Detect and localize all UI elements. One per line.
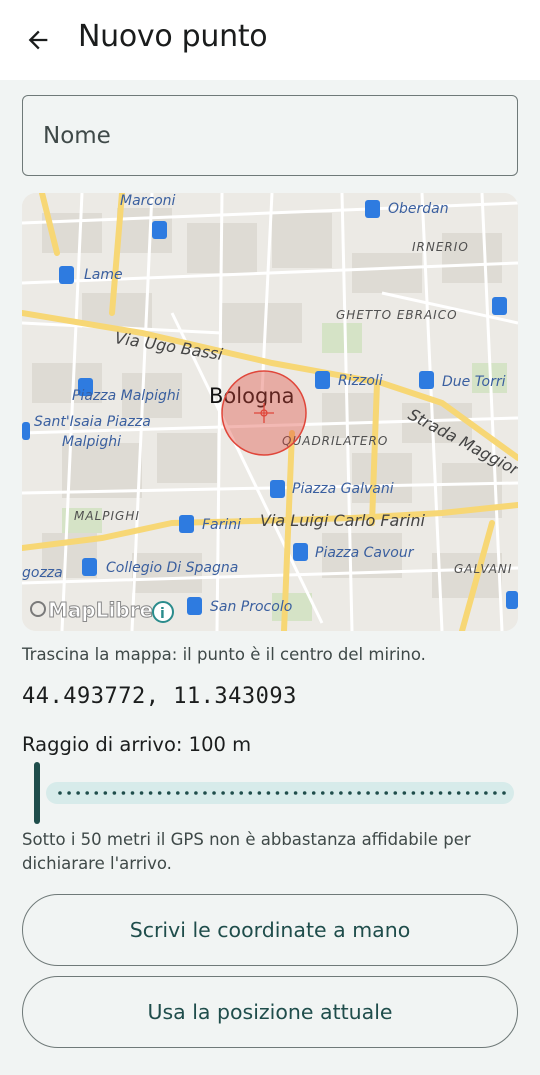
slider-tick (257, 791, 262, 795)
slider-tick (465, 791, 470, 795)
slider-tick (493, 791, 497, 795)
slider-tick (302, 791, 307, 795)
slider-tick (402, 791, 407, 795)
slider-tick (311, 791, 316, 795)
slider-tick (185, 791, 189, 795)
slider-tick (393, 791, 398, 795)
manual-coordinates-button[interactable]: Scrivi le coordinate a mano (22, 894, 518, 966)
slider-tick-marks (58, 791, 506, 795)
back-button[interactable] (14, 18, 62, 62)
arrow-left-icon (28, 30, 48, 50)
slider-tick (139, 791, 144, 795)
slider-tick (366, 791, 370, 795)
map-label-santisaia-2: Malpighi (62, 434, 121, 450)
radius-slider[interactable] (22, 760, 518, 826)
slider-tick (275, 791, 280, 795)
name-input[interactable] (23, 96, 517, 175)
map-hint: Trascina la mappa: il punto è il centro … (22, 645, 426, 664)
slider-tick (384, 791, 389, 795)
slider-tick (58, 791, 62, 795)
slider-tick (293, 791, 298, 795)
slider-tick (447, 791, 452, 795)
radius-value: 100 m (188, 733, 252, 756)
slider-tick (330, 791, 334, 795)
map-label-piazza-galvani: Piazza Galvani (292, 481, 394, 497)
slider-tick (475, 791, 479, 795)
map-label-farini: Farini (202, 517, 241, 533)
map-label-via-farini: Via Luigi Carlo Farini (260, 511, 426, 530)
maplibre-logo-text: MapLibre (48, 598, 153, 622)
map-view[interactable]: Marconi Oberdan Lame Rizzoli Due Torri P… (22, 193, 518, 631)
map-label-piazza-malpighi: Piazza Malpighi (72, 388, 180, 404)
slider-tick (121, 791, 126, 795)
svg-text:i: i (160, 606, 165, 622)
slider-tick (266, 791, 271, 795)
slider-tick (239, 791, 244, 795)
gps-accuracy-note: Sotto i 50 metri il GPS non è abbastanza… (22, 830, 471, 873)
slider-tick (67, 791, 71, 795)
slider-handle[interactable] (34, 762, 40, 824)
slider-tick (411, 791, 416, 795)
map-label-lame: Lame (84, 267, 123, 283)
map-label-due-torri: Due Torri (442, 374, 506, 390)
map-label-san-procolo: San Procolo (210, 599, 292, 615)
slider-tick (284, 791, 289, 795)
slider-tick (248, 791, 253, 795)
radius-label: Raggio di arrivo: 100 m (22, 733, 251, 756)
map-label-oberdan: Oberdan (388, 201, 449, 217)
slider-tick (357, 791, 361, 795)
maplibre-attribution: MapLibre i (30, 598, 174, 623)
slider-tick (420, 791, 425, 795)
slider-tick (76, 791, 80, 795)
slider-tick (230, 791, 234, 795)
slider-tick (112, 791, 117, 795)
slider-tick (221, 791, 225, 795)
top-app-bar: Nuovo punto (0, 0, 540, 80)
slider-tick (130, 791, 135, 795)
name-field[interactable] (22, 95, 518, 176)
slider-tick (348, 791, 352, 795)
slider-tick (148, 791, 153, 795)
map-label-irnerio: IRNERIO (412, 240, 469, 254)
slider-tick (194, 791, 198, 795)
slider-tick (85, 791, 89, 795)
map-label-rizzoli: Rizzoli (338, 373, 383, 389)
page-title: Nuovo punto (78, 19, 268, 54)
slider-tick (320, 791, 325, 795)
map-label-galvani: GALVANI (454, 562, 512, 576)
slider-tick (157, 791, 162, 795)
slider-tick (339, 791, 343, 795)
slider-tick (375, 791, 379, 795)
slider-tick (484, 791, 488, 795)
slider-tick (175, 791, 180, 795)
map-label-marconi: Marconi (120, 193, 176, 209)
coordinates-readout: 44.493772, 11.343093 (22, 684, 297, 709)
slider-tick (438, 791, 443, 795)
map-label-malpighi: MALPIGHI (74, 509, 140, 523)
map-label-santisaia-1: Sant'Isaia Piazza (34, 414, 151, 430)
map-label-gozza: gozza (22, 565, 63, 581)
use-current-location-button[interactable]: Usa la posizione attuale (22, 976, 518, 1048)
radius-label-prefix: Raggio di arrivo: (22, 733, 189, 756)
slider-tick (103, 791, 108, 795)
slider-tick (203, 791, 207, 795)
slider-tick (456, 791, 461, 795)
slider-tick (166, 791, 171, 795)
slider-tick (94, 791, 99, 795)
slider-tick (502, 791, 506, 795)
slider-tick (212, 791, 216, 795)
map-label-collegio: Collegio Di Spagna (106, 560, 238, 576)
slider-tick (429, 791, 434, 795)
map-label-ghetto: GHETTO EBRAICO (336, 308, 458, 322)
map-label-piazza-cavour: Piazza Cavour (315, 545, 415, 561)
